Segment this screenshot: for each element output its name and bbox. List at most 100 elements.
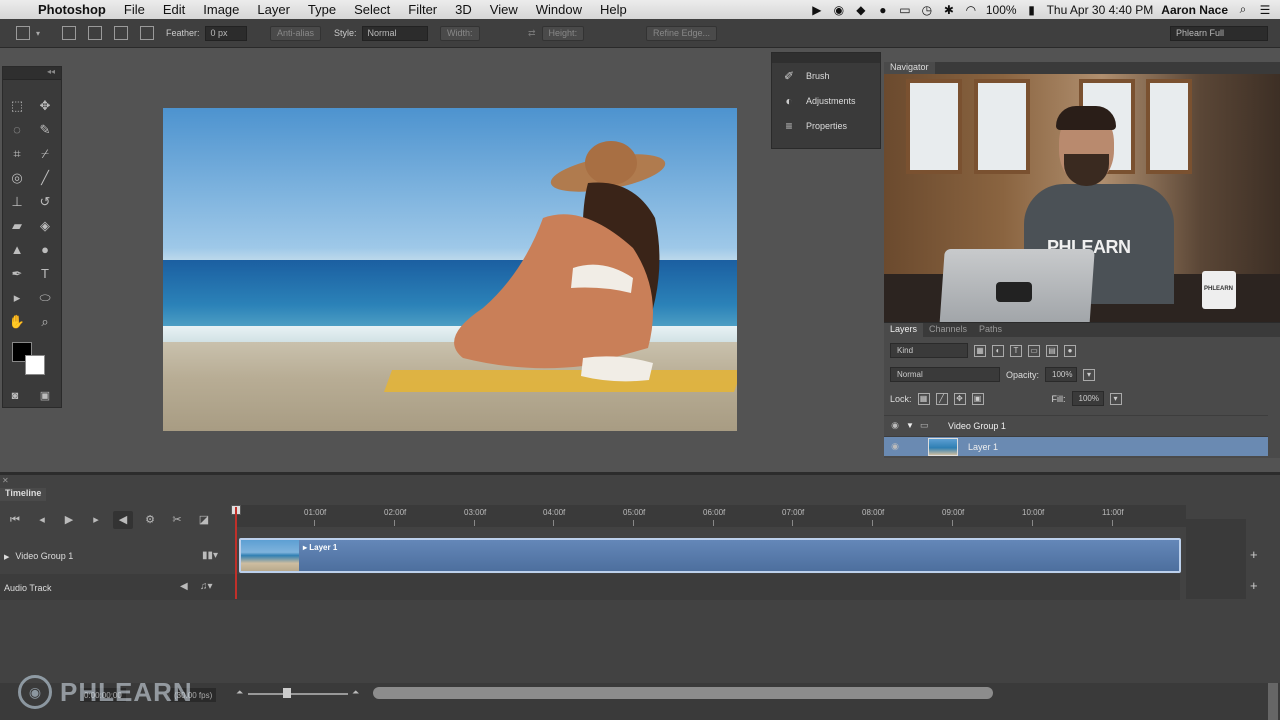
opacity-input[interactable]: 100% [1045,367,1078,382]
audio-track-name[interactable]: Audio Track [4,583,52,593]
tab-paths[interactable]: Paths [973,323,1008,337]
zoom-in-icon[interactable]: ⏶ [352,687,359,698]
time-ruler[interactable]: 01:00f 02:00f 03:00f 04:00f 05:00f 06:00… [236,505,1186,527]
antialias-checkbox[interactable]: Anti-alias [270,25,322,41]
menu-image[interactable]: Image [194,2,248,17]
zoom-slider-handle[interactable] [283,688,291,698]
panel-properties[interactable]: ≡ Properties [772,113,880,138]
style-select[interactable]: Normal [361,25,428,41]
hand-tool-icon[interactable]: ✋ [5,311,29,333]
menu-help[interactable]: Help [591,2,636,17]
track-options-icon[interactable]: ▮▮▾ [202,550,218,561]
dodge-tool-icon[interactable]: ● [33,239,57,261]
menu-layer[interactable]: Layer [248,2,299,17]
layer-filter-select[interactable]: Kind [890,343,968,358]
menu-view[interactable]: View [481,2,527,17]
layer-row-layer-1[interactable]: ◉ Layer 1 [884,436,1268,456]
zoom-slider[interactable] [248,693,348,695]
playhead[interactable] [235,507,237,599]
settings-gear-icon[interactable]: ⚙ [140,511,160,529]
video-clip[interactable]: ▸ Layer 1 [239,538,1181,573]
intersect-selection-icon[interactable] [140,26,154,40]
workspace-select[interactable]: Phlearn Full [1170,25,1268,41]
tool-preset-picker[interactable]: ▾ [16,25,40,41]
audio-mute-icon[interactable]: ◀ [113,511,133,529]
disclosure-triangle-icon[interactable]: ▼ [906,421,920,430]
video-icon[interactable]: ▶ [810,3,824,17]
brush-tool-icon[interactable]: ╱ [33,167,57,189]
layer-row-video-group[interactable]: ◉ ▼ ▭ Video Group 1 [884,415,1268,435]
video-track-label[interactable]: ▶ Video Group 1 [4,551,73,561]
bluetooth-icon[interactable]: ✱ [942,3,956,17]
lasso-tool-icon[interactable]: ◌ [5,119,29,141]
lock-pixels-icon[interactable]: ▦ [917,392,930,405]
paint-bucket-tool-icon[interactable]: ◈ [33,215,57,237]
height-field[interactable]: Height: [541,25,585,41]
zoom-tool-icon[interactable]: ⌕ [33,311,57,333]
adjustment-filter-icon[interactable]: ◐ [992,344,1004,357]
transition-icon[interactable]: ◪ [194,511,214,529]
notification-center-icon[interactable]: ☰ [1258,3,1272,17]
play-icon[interactable]: ▶ [59,511,79,529]
menu-filter[interactable]: Filter [399,2,446,17]
panel-adjustments[interactable]: ◐ Adjustments [772,88,880,113]
opacity-slider-icon[interactable]: ▾ [1083,368,1096,381]
menu-select[interactable]: Select [345,2,399,17]
ellipse-tool-icon[interactable]: ⬭ [33,287,57,309]
evernote-icon[interactable]: ● [876,3,890,17]
smart-object-filter-icon[interactable]: ▤ [1046,344,1058,357]
split-scissors-icon[interactable]: ✂ [167,511,187,529]
filter-toggle-icon[interactable]: ● [1064,344,1076,357]
tab-channels[interactable]: Channels [923,323,973,337]
next-frame-icon[interactable]: ▸ [86,511,106,529]
monitor-icon[interactable]: ▭ [898,3,912,17]
subtract-selection-icon[interactable] [114,26,128,40]
type-tool-icon[interactable]: T [33,263,57,285]
spotlight-search-icon[interactable]: ⌕ [1236,2,1250,17]
add-selection-icon[interactable] [88,26,102,40]
swap-icon[interactable]: ⇄ [528,28,536,39]
panel-brush[interactable]: ✐ Brush [772,63,880,88]
tab-layers[interactable]: Layers [884,323,924,337]
lock-paint-icon[interactable]: ╱ [935,392,948,405]
music-note-icon[interactable]: ♫▾ [200,581,213,592]
quick-select-tool-icon[interactable]: ✎ [33,119,57,141]
dropbox-icon[interactable]: ◆ [854,3,868,17]
menu-window[interactable]: Window [527,2,591,17]
zoom-out-icon[interactable]: ⏶ [236,687,243,698]
pixel-filter-icon[interactable]: ▦ [974,344,986,357]
camera-icon[interactable]: ◉ [832,3,846,17]
crop-tool-icon[interactable]: ⌗ [5,143,29,165]
screen-mode-icon[interactable]: ▣ [33,385,57,407]
lock-all-icon[interactable]: ▣ [971,392,984,405]
path-selection-tool-icon[interactable]: ▸ [5,287,29,309]
width-field[interactable]: Width: [440,25,480,41]
visibility-eye-icon[interactable]: ◉ [884,441,906,452]
add-media-video-icon[interactable]: + [1250,547,1258,562]
first-frame-icon[interactable]: ⏮ [5,511,25,529]
eraser-tool-icon[interactable]: ▰ [5,215,29,237]
timeline-vertical-scrollbar[interactable] [1268,683,1278,720]
menu-3d[interactable]: 3D [446,2,481,17]
healing-brush-tool-icon[interactable]: ◎ [5,167,29,189]
menu-type[interactable]: Type [299,2,345,17]
add-media-audio-icon[interactable]: + [1250,578,1258,593]
lock-position-icon[interactable]: ✥ [953,392,966,405]
timeline-close-icon[interactable]: ✕ [2,476,9,485]
floating-panel-header[interactable] [772,53,880,63]
expand-track-icon[interactable]: ▶ [4,554,9,561]
tools-panel-header[interactable]: ◂◂ [3,67,61,80]
eyedropper-tool-icon[interactable]: ⌿ [33,143,57,165]
datetime[interactable]: Thu Apr 30 4:40 PM [1047,3,1154,17]
fill-input[interactable]: 100% [1071,391,1104,406]
clone-stamp-tool-icon[interactable]: ⊥ [5,191,29,213]
background-color-swatch[interactable] [25,355,45,375]
rect-marquee-tool-icon[interactable]: ⬚ [5,95,29,117]
audio-mute-track-icon[interactable]: ◀ [180,581,188,592]
move-tool-icon[interactable]: ✥ [33,95,57,117]
user-name[interactable]: Aaron Nace [1161,3,1228,17]
type-filter-icon[interactable]: T [1010,344,1022,357]
clock-icon[interactable]: ◷ [920,3,934,17]
menu-photoshop[interactable]: Photoshop [34,2,115,17]
history-brush-tool-icon[interactable]: ↺ [33,191,57,213]
